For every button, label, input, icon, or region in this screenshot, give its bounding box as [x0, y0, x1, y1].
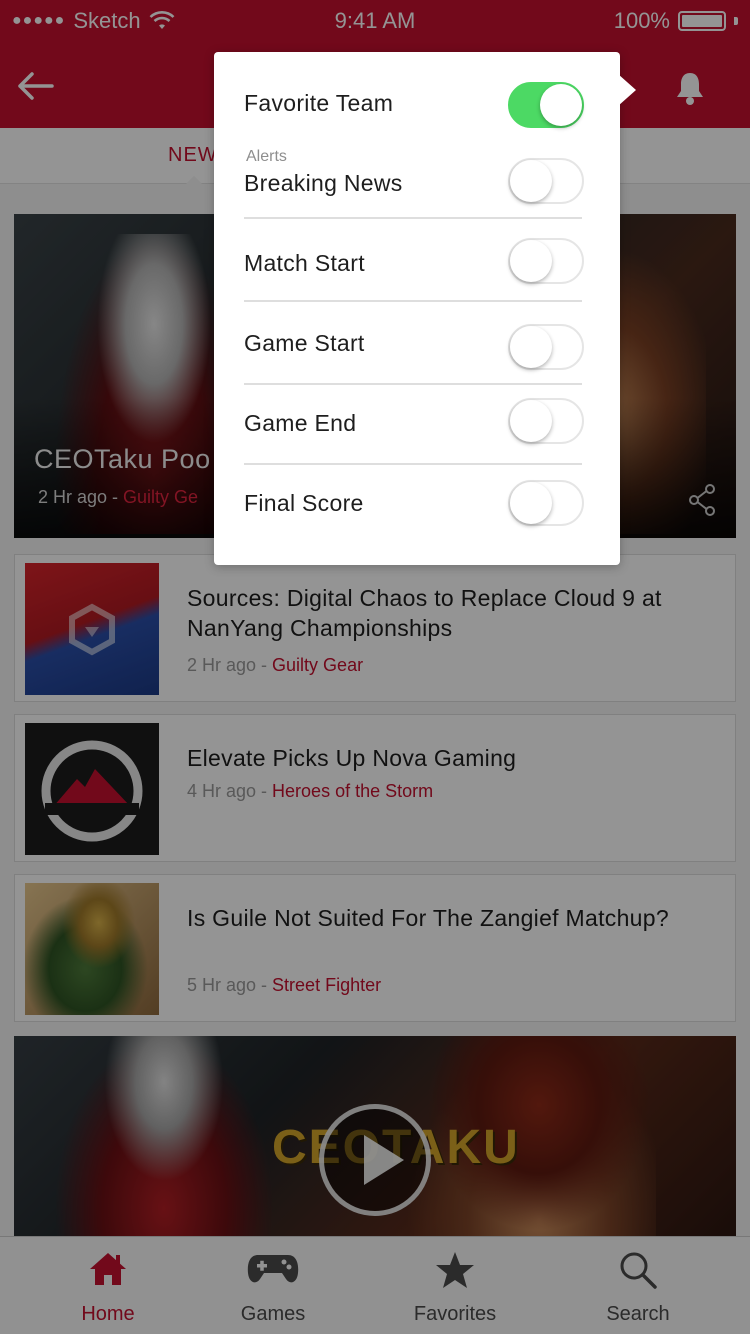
- game-start-toggle[interactable]: [508, 324, 584, 370]
- game-start-label: Game Start: [244, 330, 365, 356]
- popover-arrow: [618, 74, 636, 106]
- breaking-news-toggle[interactable]: [508, 158, 584, 204]
- game-end-toggle[interactable]: [508, 398, 584, 444]
- divider: [244, 463, 582, 465]
- alerts-section-header: Alerts: [246, 148, 287, 165]
- favorite-team-toggle[interactable]: [508, 82, 584, 128]
- breaking-news-label: Breaking News: [244, 170, 403, 196]
- match-start-toggle[interactable]: [508, 238, 584, 284]
- divider: [244, 300, 582, 302]
- favorite-team-label: Favorite Team: [244, 90, 394, 116]
- game-end-label: Game End: [244, 410, 357, 436]
- divider: [244, 217, 582, 219]
- divider: [244, 383, 582, 385]
- final-score-label: Final Score: [244, 490, 364, 516]
- match-start-label: Match Start: [244, 250, 365, 276]
- final-score-toggle[interactable]: [508, 480, 584, 526]
- notification-settings-popover: Favorite Team Alerts Breaking News Match…: [214, 52, 636, 565]
